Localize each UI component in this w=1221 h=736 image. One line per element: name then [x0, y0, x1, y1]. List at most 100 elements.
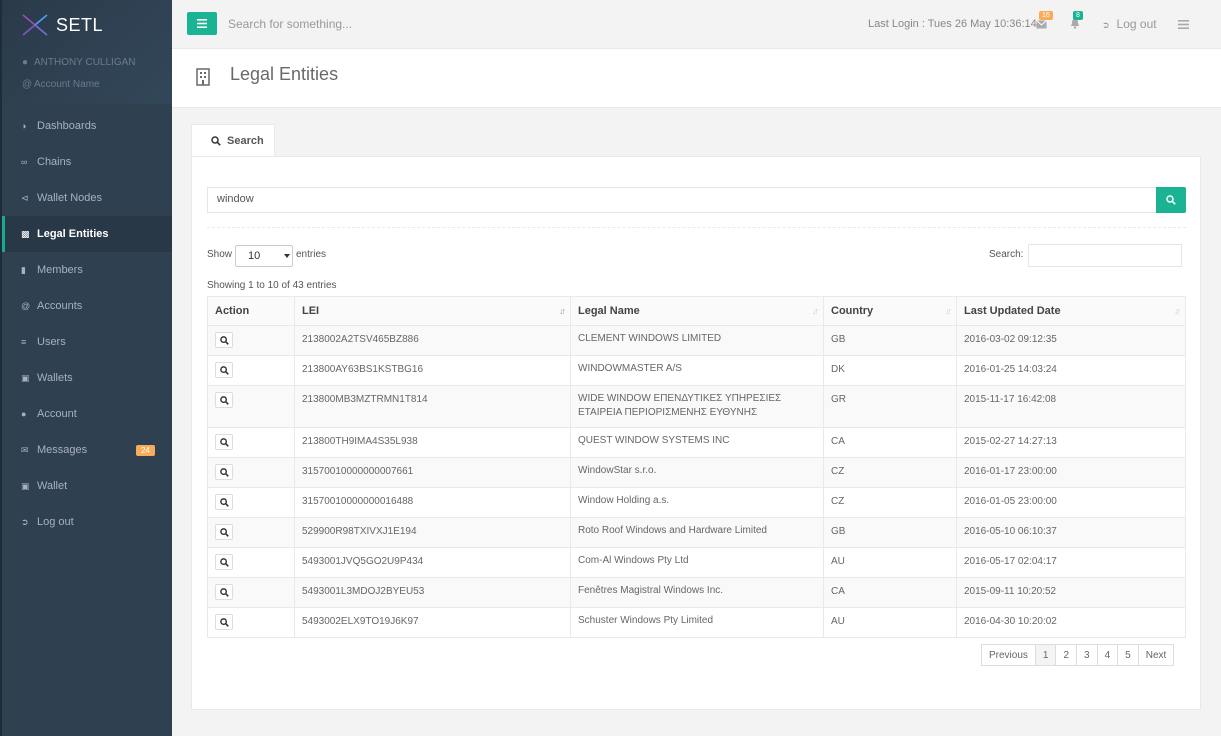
column-header-legal-name[interactable]: Legal Name ↓↑: [570, 296, 824, 326]
last-login-text: Last Login : Tues 26 May 10:36:14: [868, 18, 1037, 30]
sidebar-item-messages[interactable]: ✉ Messages 24: [2, 432, 172, 468]
briefcase-icon: ▣: [21, 480, 30, 491]
cell-action: [207, 547, 295, 578]
sort-icon: ↓↑: [812, 306, 819, 316]
divider: [207, 227, 1186, 228]
tab-search-label: Search: [227, 135, 264, 147]
sidebar-item-label: Dashboards: [37, 120, 97, 132]
view-entity-button[interactable]: [215, 362, 233, 378]
cell-lei: 31570010000000007661: [294, 457, 571, 488]
search-icon: [1166, 195, 1176, 205]
search-icon: [220, 438, 229, 447]
messages-dropdown[interactable]: 16: [1036, 11, 1053, 32]
tab-search[interactable]: Search: [191, 124, 275, 157]
cell-last-updated: 2016-01-17 23:00:00: [956, 457, 1186, 488]
menu-toggle-button[interactable]: [187, 12, 217, 35]
column-header-last-updated[interactable]: Last Updated Date ↓↑: [956, 296, 1186, 326]
logout-label: Log out: [1116, 17, 1157, 31]
pagination-page-button[interactable]: 4: [1096, 644, 1119, 666]
cell-country: CZ: [823, 487, 957, 518]
view-entity-button[interactable]: [215, 554, 233, 570]
sidebar-item-account[interactable]: ● Account: [2, 396, 172, 432]
cell-legal-name: WINDOWMASTER A/S: [570, 355, 824, 386]
brand-logo[interactable]: SETL: [22, 14, 103, 36]
pagination-previous-button[interactable]: Previous: [981, 644, 1036, 666]
link-icon: ∞: [21, 157, 28, 167]
view-entity-button[interactable]: [215, 464, 233, 480]
sidebar-item-chains[interactable]: ∞ Chains: [2, 144, 172, 180]
cell-last-updated: 2016-04-30 10:20:02: [956, 607, 1186, 638]
cell-country: AU: [823, 547, 957, 578]
table-filter-input[interactable]: [1028, 244, 1182, 267]
column-header-lei[interactable]: LEI ↓↑: [294, 296, 571, 326]
view-entity-button[interactable]: [215, 494, 233, 510]
sidebar-item-log-out[interactable]: ➲ Log out: [2, 504, 172, 540]
pagination-next-button[interactable]: Next: [1137, 644, 1175, 666]
view-entity-button[interactable]: [215, 392, 233, 408]
envelope-icon: [1036, 20, 1047, 29]
column-header-label: Country: [831, 305, 874, 317]
view-entity-button[interactable]: [215, 614, 233, 630]
cell-last-updated: 2016-01-05 23:00:00: [956, 487, 1186, 518]
sidebar-item-label: Chains: [37, 156, 72, 168]
search-icon: [220, 366, 229, 375]
cell-action: [207, 427, 295, 458]
sidebar-item-wallet[interactable]: ▣ Wallet: [2, 468, 172, 504]
sidebar-item-label: Wallet Nodes: [37, 192, 103, 204]
at-icon: @: [21, 301, 31, 311]
cell-legal-name: Schuster Windows Pty Limited: [570, 607, 824, 638]
pagination-page-button[interactable]: 1: [1034, 644, 1057, 666]
sidebar-item-label: Members: [37, 264, 83, 276]
view-entity-button[interactable]: [215, 584, 233, 600]
column-header-label: Action: [215, 305, 250, 317]
cell-legal-name: Com-Al Windows Pty Ltd: [570, 547, 824, 578]
cell-last-updated: 2015-09-11 10:20:52: [956, 577, 1186, 608]
entries-length-value: 10: [248, 250, 261, 262]
entries-length-select[interactable]: 10: [235, 245, 293, 267]
view-entity-button[interactable]: [215, 434, 233, 450]
search-icon: [220, 618, 229, 627]
column-header-label: Legal Name: [578, 305, 640, 317]
sidebar-item-legal-entities[interactable]: ▩ Legal Entities: [2, 216, 172, 252]
search-button[interactable]: [1156, 187, 1186, 213]
search-icon: [220, 396, 229, 405]
dashboard-icon: ◑: [21, 121, 27, 131]
table-header-row: Action LEI ↓↑ Legal Name ↓↑ Country ↓↑ Last…: [207, 296, 1186, 326]
brand-name: SETL: [56, 14, 104, 35]
user-name: ● ANTHONY CULLIGAN: [22, 57, 136, 68]
envelope-icon: ✉: [21, 444, 29, 455]
cell-lei: 2138002A2TSV465BZ886: [294, 325, 571, 356]
user-name-text: ANTHONY CULLIGAN: [34, 57, 136, 68]
sidebar-item-accounts[interactable]: @ Accounts: [2, 288, 172, 324]
sidebar-item-wallet-nodes[interactable]: ⊲ Wallet Nodes: [2, 180, 172, 216]
sidebar-header: SETL ● ANTHONY CULLIGAN @ Account Name: [2, 0, 172, 104]
column-header-country[interactable]: Country ↓↑: [823, 296, 957, 326]
table-row: 5493001L3MDOJ2BYEU53 Fenêtres Magistral W…: [207, 577, 1186, 608]
caret-down-icon: [284, 254, 290, 258]
pagination-page-button[interactable]: 5: [1117, 644, 1139, 666]
table-row: 5493001JVQ5GO2U9P434 Com-Al Windows Pty L…: [207, 547, 1186, 578]
legal-entities-table: Action LEI ↓↑ Legal Name ↓↑ Country ↓↑ Last…: [207, 296, 1186, 638]
cell-country: CA: [823, 427, 957, 458]
sidebar-item-label: Legal Entities: [37, 228, 109, 240]
sidebar-item-members[interactable]: ▮ Members: [2, 252, 172, 288]
cell-lei: 5493001JVQ5GO2U9P434: [294, 547, 571, 578]
sidebar-item-dashboards[interactable]: ◑ Dashboards: [2, 108, 172, 144]
sidebar-item-wallets[interactable]: ▣ Wallets: [2, 360, 172, 396]
cell-action: [207, 607, 295, 638]
view-entity-button[interactable]: [215, 524, 233, 540]
table-row: 213800TH9IMA4S35L938 QUEST WINDOW SYSTEMS…: [207, 427, 1186, 458]
view-entity-button[interactable]: [215, 332, 233, 348]
column-header-label: LEI: [302, 305, 320, 317]
table-row: 213800MB3MZTRMN1T814 WIDE WINDOW ΕΠΕΝΔΥΤΙ…: [207, 385, 1186, 428]
pagination-page-button[interactable]: 3: [1076, 644, 1098, 666]
sidebar-item-users[interactable]: ≡ Users: [2, 324, 172, 360]
user-icon: ●: [21, 409, 27, 419]
legal-entity-search-input[interactable]: window: [207, 187, 1157, 213]
logout-link[interactable]: ➲ Log out: [1102, 17, 1157, 31]
notifications-dropdown[interactable]: 8: [1070, 11, 1083, 32]
right-sidebar-toggle[interactable]: [1178, 18, 1189, 32]
pagination-page-button[interactable]: 2: [1055, 644, 1078, 666]
sort-icon: ↓↑: [1174, 306, 1181, 316]
top-search-input[interactable]: Search for something...: [228, 17, 528, 31]
